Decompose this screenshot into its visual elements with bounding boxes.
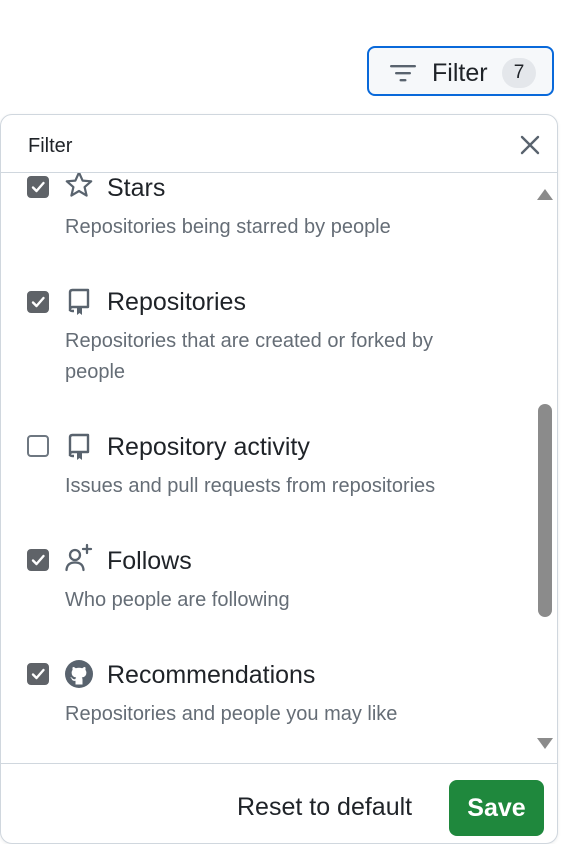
filter-button-label: Filter — [432, 59, 488, 87]
filter-icon — [390, 65, 416, 82]
scrollbar-thumb[interactable] — [538, 404, 552, 617]
item-title: Follows — [107, 547, 192, 575]
panel-header: Filter — [1, 115, 557, 173]
item-description: Issues and pull requests from repositori… — [65, 475, 436, 497]
github-mark-icon — [65, 660, 93, 688]
item-description: Repositories and people you may like — [65, 703, 398, 725]
close-icon[interactable] — [517, 132, 543, 158]
repositories-checkbox[interactable] — [27, 291, 49, 313]
repo-icon — [68, 288, 90, 315]
stars-checkbox[interactable] — [27, 176, 49, 198]
item-description: Who people are following — [65, 589, 290, 611]
repo-icon — [68, 433, 90, 460]
star-icon — [65, 173, 93, 197]
person-add-icon — [65, 543, 93, 572]
save-button[interactable]: Save — [449, 780, 544, 836]
panel-title: Filter — [28, 135, 73, 157]
repository-activity-checkbox[interactable] — [27, 435, 49, 457]
scroll-up-arrow-icon[interactable] — [536, 187, 554, 201]
filter-panel: Filter Stars Repositories being starred … — [0, 114, 558, 844]
follows-checkbox[interactable] — [27, 549, 49, 571]
filter-button[interactable]: Filter 7 — [367, 46, 554, 96]
panel-footer: Reset to default Save — [1, 763, 557, 843]
item-title: Recommendations — [107, 661, 316, 689]
scroll-down-arrow-icon[interactable] — [536, 737, 554, 751]
item-title: Repositories — [107, 288, 246, 316]
reset-to-default-button[interactable]: Reset to default — [237, 792, 412, 822]
recommendations-checkbox[interactable] — [27, 663, 49, 685]
item-description: Repositories that are created or forked … — [65, 330, 433, 383]
item-title: Stars — [107, 174, 166, 202]
filter-options-list: Stars Repositories being starred by peop… — [1, 173, 557, 763]
item-title: Repository activity — [107, 433, 310, 461]
item-description: Repositories being starred by people — [65, 216, 391, 238]
filter-count-badge: 7 — [502, 58, 536, 88]
